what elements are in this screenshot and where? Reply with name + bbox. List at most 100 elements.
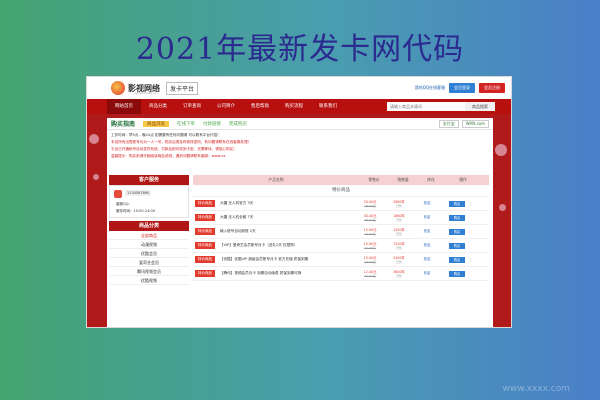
product-sold-label: 已售	[395, 232, 402, 236]
product-stock: 充足	[423, 257, 431, 261]
column-header: 库存	[427, 177, 435, 182]
guide-step-order: 在线下单	[177, 121, 196, 127]
register-button[interactable]: 会员注册	[479, 83, 505, 93]
category-item[interactable]: 动漫视频	[109, 240, 189, 249]
login-button[interactable]: 会员登录	[449, 83, 475, 93]
product-name[interactable]: 大疆 无人机全套 7天	[215, 215, 355, 220]
product-old-price: 28.00元	[364, 204, 376, 208]
blossom-decoration	[89, 134, 99, 144]
nav-item-categories[interactable]: 商品分类	[141, 99, 175, 114]
guide-step-browse: 商品浏览	[143, 120, 170, 127]
sidebar: 客户服务 1234567890 客服QQ： 服务时间：10:00-24:00 商…	[109, 175, 189, 285]
product-name[interactable]: 【VIP】爱奇艺会员账号月卡（送礼2天 仅限购）	[215, 243, 355, 248]
product-tag: 特价商品	[195, 228, 215, 235]
category-item[interactable]: 爱奇艺会员	[109, 258, 189, 267]
purchase-guide-bar: 购买指南 商品浏览 在线下单 付款链接 完成购买 支付宝 WAN.com	[107, 118, 493, 130]
qq-icon	[114, 190, 122, 198]
guide-step-pay: 付款链接	[203, 121, 222, 127]
nav-search: 商品搜索	[387, 102, 495, 111]
nav-item-process[interactable]: 购买流程	[277, 99, 311, 114]
service-info: 客服QQ：	[116, 202, 133, 206]
product-stock: 充足	[423, 215, 431, 219]
partner-logos: 支付宝 WAN.com	[438, 119, 489, 128]
buy-button[interactable]: 购买	[449, 256, 465, 263]
product-old-price: 38.00元	[364, 218, 376, 222]
product-name[interactable]: 【优酷】优酷VIP 超级会员账号月卡 官方充值 质保到期	[215, 257, 355, 262]
website-screenshot: 影视网络 good.xxxxx.cn 发卡平台 我的QQ在线客服 会员登录 会员…	[86, 76, 512, 328]
product-tag: 特价商品	[195, 200, 215, 207]
header-actions: 我的QQ在线客服 会员登录 会员注册	[415, 83, 505, 93]
product-stock: 充足	[423, 243, 431, 247]
column-header: 产品名称	[268, 177, 284, 182]
product-old-price: 18.00元	[364, 260, 376, 264]
main-nav: 网站首页 商品分类 订单查询 公司简介 售后帮助 购买流程 联系我们 商品搜索	[87, 99, 511, 114]
product-table: 产品名称 零售价 销售量 库存 操作 特价商品 特价商品 大疆 无人机官方 3天…	[193, 175, 489, 281]
product-old-price: 19.00元	[364, 232, 376, 236]
content-wrapper: 购买指南 商品浏览 在线下单 付款链接 完成购买 支付宝 WAN.com 工作时…	[107, 118, 493, 327]
category-item[interactable]: 腾讯视频会员	[109, 267, 189, 276]
product-tag: 特价商品	[195, 242, 215, 249]
table-row: 特价商品 大疆 无人机全套 7天 30.00元 38.00元 1860件 已售 充足…	[193, 211, 489, 225]
product-name[interactable]: 大疆 无人机官方 3天	[215, 201, 355, 206]
nav-item-about[interactable]: 公司简介	[209, 99, 243, 114]
product-stock: 充足	[423, 229, 431, 233]
category-item[interactable]: 全部商品	[109, 231, 189, 240]
buy-button[interactable]: 购买	[449, 242, 465, 249]
banner-title: 2021年最新发卡网代码	[135, 32, 465, 67]
nav-item-contact[interactable]: 联系我们	[311, 99, 345, 114]
search-button[interactable]: 商品搜索	[465, 102, 495, 111]
column-header: 销售量	[397, 177, 409, 182]
blossom-decoration	[93, 174, 99, 180]
nav-item-orders[interactable]: 订单查询	[175, 99, 209, 114]
blossom-decoration	[495, 144, 507, 156]
product-stock: 充足	[423, 271, 431, 275]
category-item[interactable]: 优酷视频	[109, 276, 189, 285]
nav-item-home[interactable]: 网站首页	[107, 99, 141, 114]
service-title: 客户服务	[109, 175, 189, 185]
search-input[interactable]	[387, 102, 465, 111]
category-title: 商品分类	[109, 221, 189, 231]
product-tag: 特价商品	[195, 256, 215, 263]
buy-button[interactable]: 购买	[449, 214, 465, 221]
section-title: 特价商品	[193, 185, 489, 197]
product-sold-label: 已售	[395, 204, 402, 208]
buy-button[interactable]: 购买	[449, 228, 465, 235]
watermark: www.xxxx.com	[502, 384, 570, 394]
table-row: 特价商品 【腾讯】视频会员月卡 到期自动续费 质保到期可换 12.00元 16.0…	[193, 267, 489, 281]
product-old-price: 16.00元	[364, 274, 376, 278]
product-sold-label: 已售	[395, 246, 402, 250]
partner-logo: 支付宝	[438, 119, 459, 128]
service-box: 1234567890 客服QQ： 服务时间：10:00-24:00	[109, 185, 189, 218]
notice-area: 工作时间：早9点 - 晚24点 如需要有任何问题请 可以联系平台代招！ 本站所有…	[107, 130, 493, 162]
notice-line: 本站所有出售账号均为一人一号，购买后请及时修改密码，有问题请联系在线客服处理！	[111, 140, 252, 144]
category-item[interactable]: 优酷会员	[109, 249, 189, 258]
online-service-link[interactable]: 我的QQ在线客服	[415, 85, 445, 91]
table-row: 特价商品 输入账号自动到账 2天 15.00元 19.00元 1200件 已售 充足…	[193, 225, 489, 239]
notice-line: 工作时间：早9点 - 晚24点 如需要有任何问题请 可以联系平台代招！	[111, 133, 221, 137]
product-sold-label: 已售	[395, 260, 402, 264]
product-sold-label: 已售	[395, 274, 402, 278]
blossom-decoration	[499, 204, 506, 211]
qq-contact-button[interactable]: 1234567890	[125, 190, 152, 196]
column-header: 零售价	[368, 177, 380, 182]
notice-line: 平台已开通帐号自动发货系统，付款后即可收到卡密，无需等待，请放心购买！	[111, 147, 237, 151]
table-row: 特价商品 【VIP】爱奇艺会员账号月卡（送礼2天 仅限购） 15.00元 20.0…	[193, 239, 489, 253]
guide-title: 购买指南	[111, 121, 136, 128]
notice-line: 温馨提示：购买前请仔细阅读商品说明，遇到问题请联系客服：www.xx	[111, 154, 226, 158]
buy-button[interactable]: 购买	[449, 200, 465, 207]
table-row: 特价商品 大疆 无人机官方 3天 20.00元 28.00元 2680件 已售 充足…	[193, 197, 489, 211]
product-tag: 特价商品	[195, 270, 215, 277]
table-row: 特价商品 【优酷】优酷VIP 超级会员账号月卡 官方充值 质保到期 15.00元…	[193, 253, 489, 267]
table-header: 产品名称 零售价 销售量 库存 操作	[193, 175, 489, 185]
nav-item-help[interactable]: 售后帮助	[243, 99, 277, 114]
column-header: 操作	[459, 177, 467, 182]
product-tag: 特价商品	[195, 214, 215, 221]
product-old-price: 20.00元	[364, 246, 376, 250]
buy-button[interactable]: 购买	[449, 270, 465, 277]
product-name[interactable]: 【腾讯】视频会员月卡 到期自动续费 质保到期可换	[215, 271, 355, 276]
guide-step-complete: 完成购买	[229, 121, 248, 127]
logo-icon	[111, 81, 125, 95]
product-name[interactable]: 输入账号自动到账 2天	[215, 229, 355, 234]
service-info: 服务时间：10:00-24:00	[116, 209, 155, 213]
platform-tag: 发卡平台	[166, 81, 199, 95]
